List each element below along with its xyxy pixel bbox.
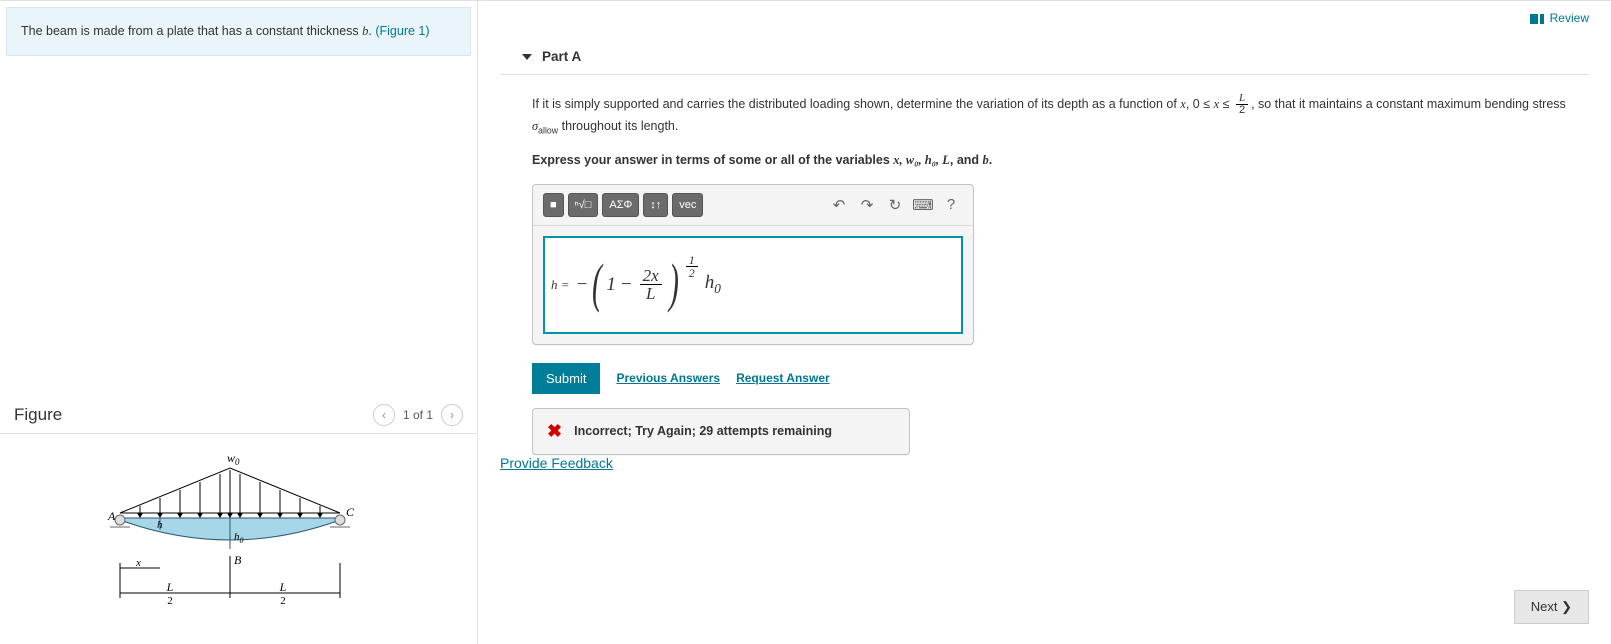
svg-text:w0: w0 (227, 451, 240, 467)
q-sigmasub: allow (538, 126, 558, 136)
submit-button[interactable]: Submit (532, 363, 600, 394)
instr-t2: , and (950, 153, 983, 167)
intro-box: The beam is made from a plate that has a… (6, 7, 471, 56)
keyboard-icon[interactable]: ⌨ (911, 193, 935, 217)
eq-h0: h0 (705, 272, 721, 297)
previous-answers-link[interactable]: Previous Answers (616, 371, 720, 385)
help-icon[interactable]: ? (939, 193, 963, 217)
svg-text:C: C (346, 505, 355, 519)
equation-toolbar: ■ ⁿ√□ ΑΣΦ ↕↑ vec ↶ ↷ ↻ ⌨ ? (533, 185, 973, 226)
svg-text:2: 2 (280, 595, 286, 607)
figure-prev-button[interactable]: ‹ (373, 404, 395, 426)
part-header[interactable]: Part A (500, 25, 1589, 75)
eq-frac: 2x L (640, 267, 662, 302)
error-x-icon: ✖ (547, 421, 562, 442)
beam-figure-svg: w0 A C B h h0 x L 2 L 2 (100, 448, 360, 618)
page: The beam is made from a plate that has a… (0, 0, 1611, 644)
request-answer-link[interactable]: Request Answer (736, 371, 830, 385)
instr-vars: x, w₀, h₀, L (893, 153, 950, 167)
eq-expr: − ( 1 − 2x L ) 1 2 h0 (576, 267, 721, 302)
figure-pager: ‹ 1 of 1 › (373, 404, 463, 426)
greek-button[interactable]: ΑΣΦ (602, 193, 639, 217)
flag-icon-2 (1540, 14, 1544, 24)
arrows-button[interactable]: ↕↑ (643, 193, 668, 217)
provide-feedback-link[interactable]: Provide Feedback (500, 455, 613, 471)
left-pane: The beam is made from a plate that has a… (0, 1, 478, 644)
template-button[interactable]: ■ (543, 193, 564, 217)
instr-t1: Express your answer in terms of some or … (532, 153, 893, 167)
equation-panel: ■ ⁿ√□ ΑΣΦ ↕↑ vec ↶ ↷ ↻ ⌨ ? h = − ( (532, 184, 974, 345)
q-p3: , so that it maintains a constant maximu… (1251, 97, 1566, 111)
figure-header: Figure ‹ 1 of 1 › (0, 396, 477, 434)
review-link[interactable]: Review (1530, 11, 1589, 25)
figure-canvas: w0 A C B h h0 x L 2 L 2 (0, 434, 477, 614)
reset-icon[interactable]: ↻ (883, 193, 907, 217)
eq-minus2: − (620, 274, 633, 296)
review-label: Review (1550, 11, 1589, 25)
error-box: ✖ Incorrect; Try Again; 29 attempts rema… (532, 408, 910, 455)
next-button[interactable]: Next ❯ (1514, 590, 1589, 624)
caret-down-icon (522, 54, 532, 60)
eq-lhs: h = (551, 277, 570, 293)
q-frac: L2 (1236, 93, 1248, 116)
q-rstart: 0 ≤ (1193, 97, 1214, 111)
eq-neg: − (576, 274, 589, 296)
svg-text:B: B (234, 553, 242, 567)
equation-input[interactable]: h = − ( 1 − 2x L ) 1 2 (543, 236, 963, 334)
figure-next-button[interactable]: › (441, 404, 463, 426)
svg-text:h: h (157, 519, 163, 531)
error-text: Incorrect; Try Again; 29 attempts remain… (574, 424, 832, 438)
question-text: If it is simply supported and carries th… (532, 93, 1589, 138)
right-pane: Review Part A If it is simply supported … (478, 1, 1611, 644)
q-frac-d: 2 (1236, 105, 1248, 116)
eq-exp: 1 2 (686, 254, 698, 279)
submit-row: Submit Previous Answers Request Answer (532, 363, 1589, 394)
svg-text:x: x (135, 557, 141, 569)
eq-exp-d: 2 (686, 267, 698, 279)
svg-text:2: 2 (167, 595, 173, 607)
intro-text-before: The beam is made from a plate that has a… (21, 24, 362, 38)
svg-text:L: L (166, 580, 174, 594)
q-p1: If it is simply supported and carries th… (532, 97, 1180, 111)
figure-1-link[interactable]: (Figure 1) (375, 24, 429, 38)
svg-text:A: A (107, 509, 116, 523)
q-rmid: ≤ (1219, 97, 1233, 111)
undo-icon[interactable]: ↶ (827, 193, 851, 217)
svg-text:L: L (279, 580, 287, 594)
instruction-text: Express your answer in terms of some or … (532, 150, 1589, 170)
part-body: If it is simply supported and carries th… (478, 75, 1611, 455)
eq-num: 2x (640, 267, 662, 285)
redo-icon[interactable]: ↷ (855, 193, 879, 217)
top-bar: Review (478, 1, 1611, 25)
figure-title: Figure (14, 405, 62, 425)
instr-t3: . (989, 153, 992, 167)
eq-den: L (643, 285, 658, 302)
part-title: Part A (542, 49, 581, 64)
root-button[interactable]: ⁿ√□ (568, 193, 599, 217)
vec-button[interactable]: vec (672, 193, 703, 217)
flag-icon (1530, 14, 1538, 24)
q-p2: , (1186, 97, 1193, 111)
eq-one: 1 (606, 274, 616, 296)
figure-pager-text: 1 of 1 (403, 408, 433, 422)
q-p4: throughout its length. (558, 119, 678, 133)
